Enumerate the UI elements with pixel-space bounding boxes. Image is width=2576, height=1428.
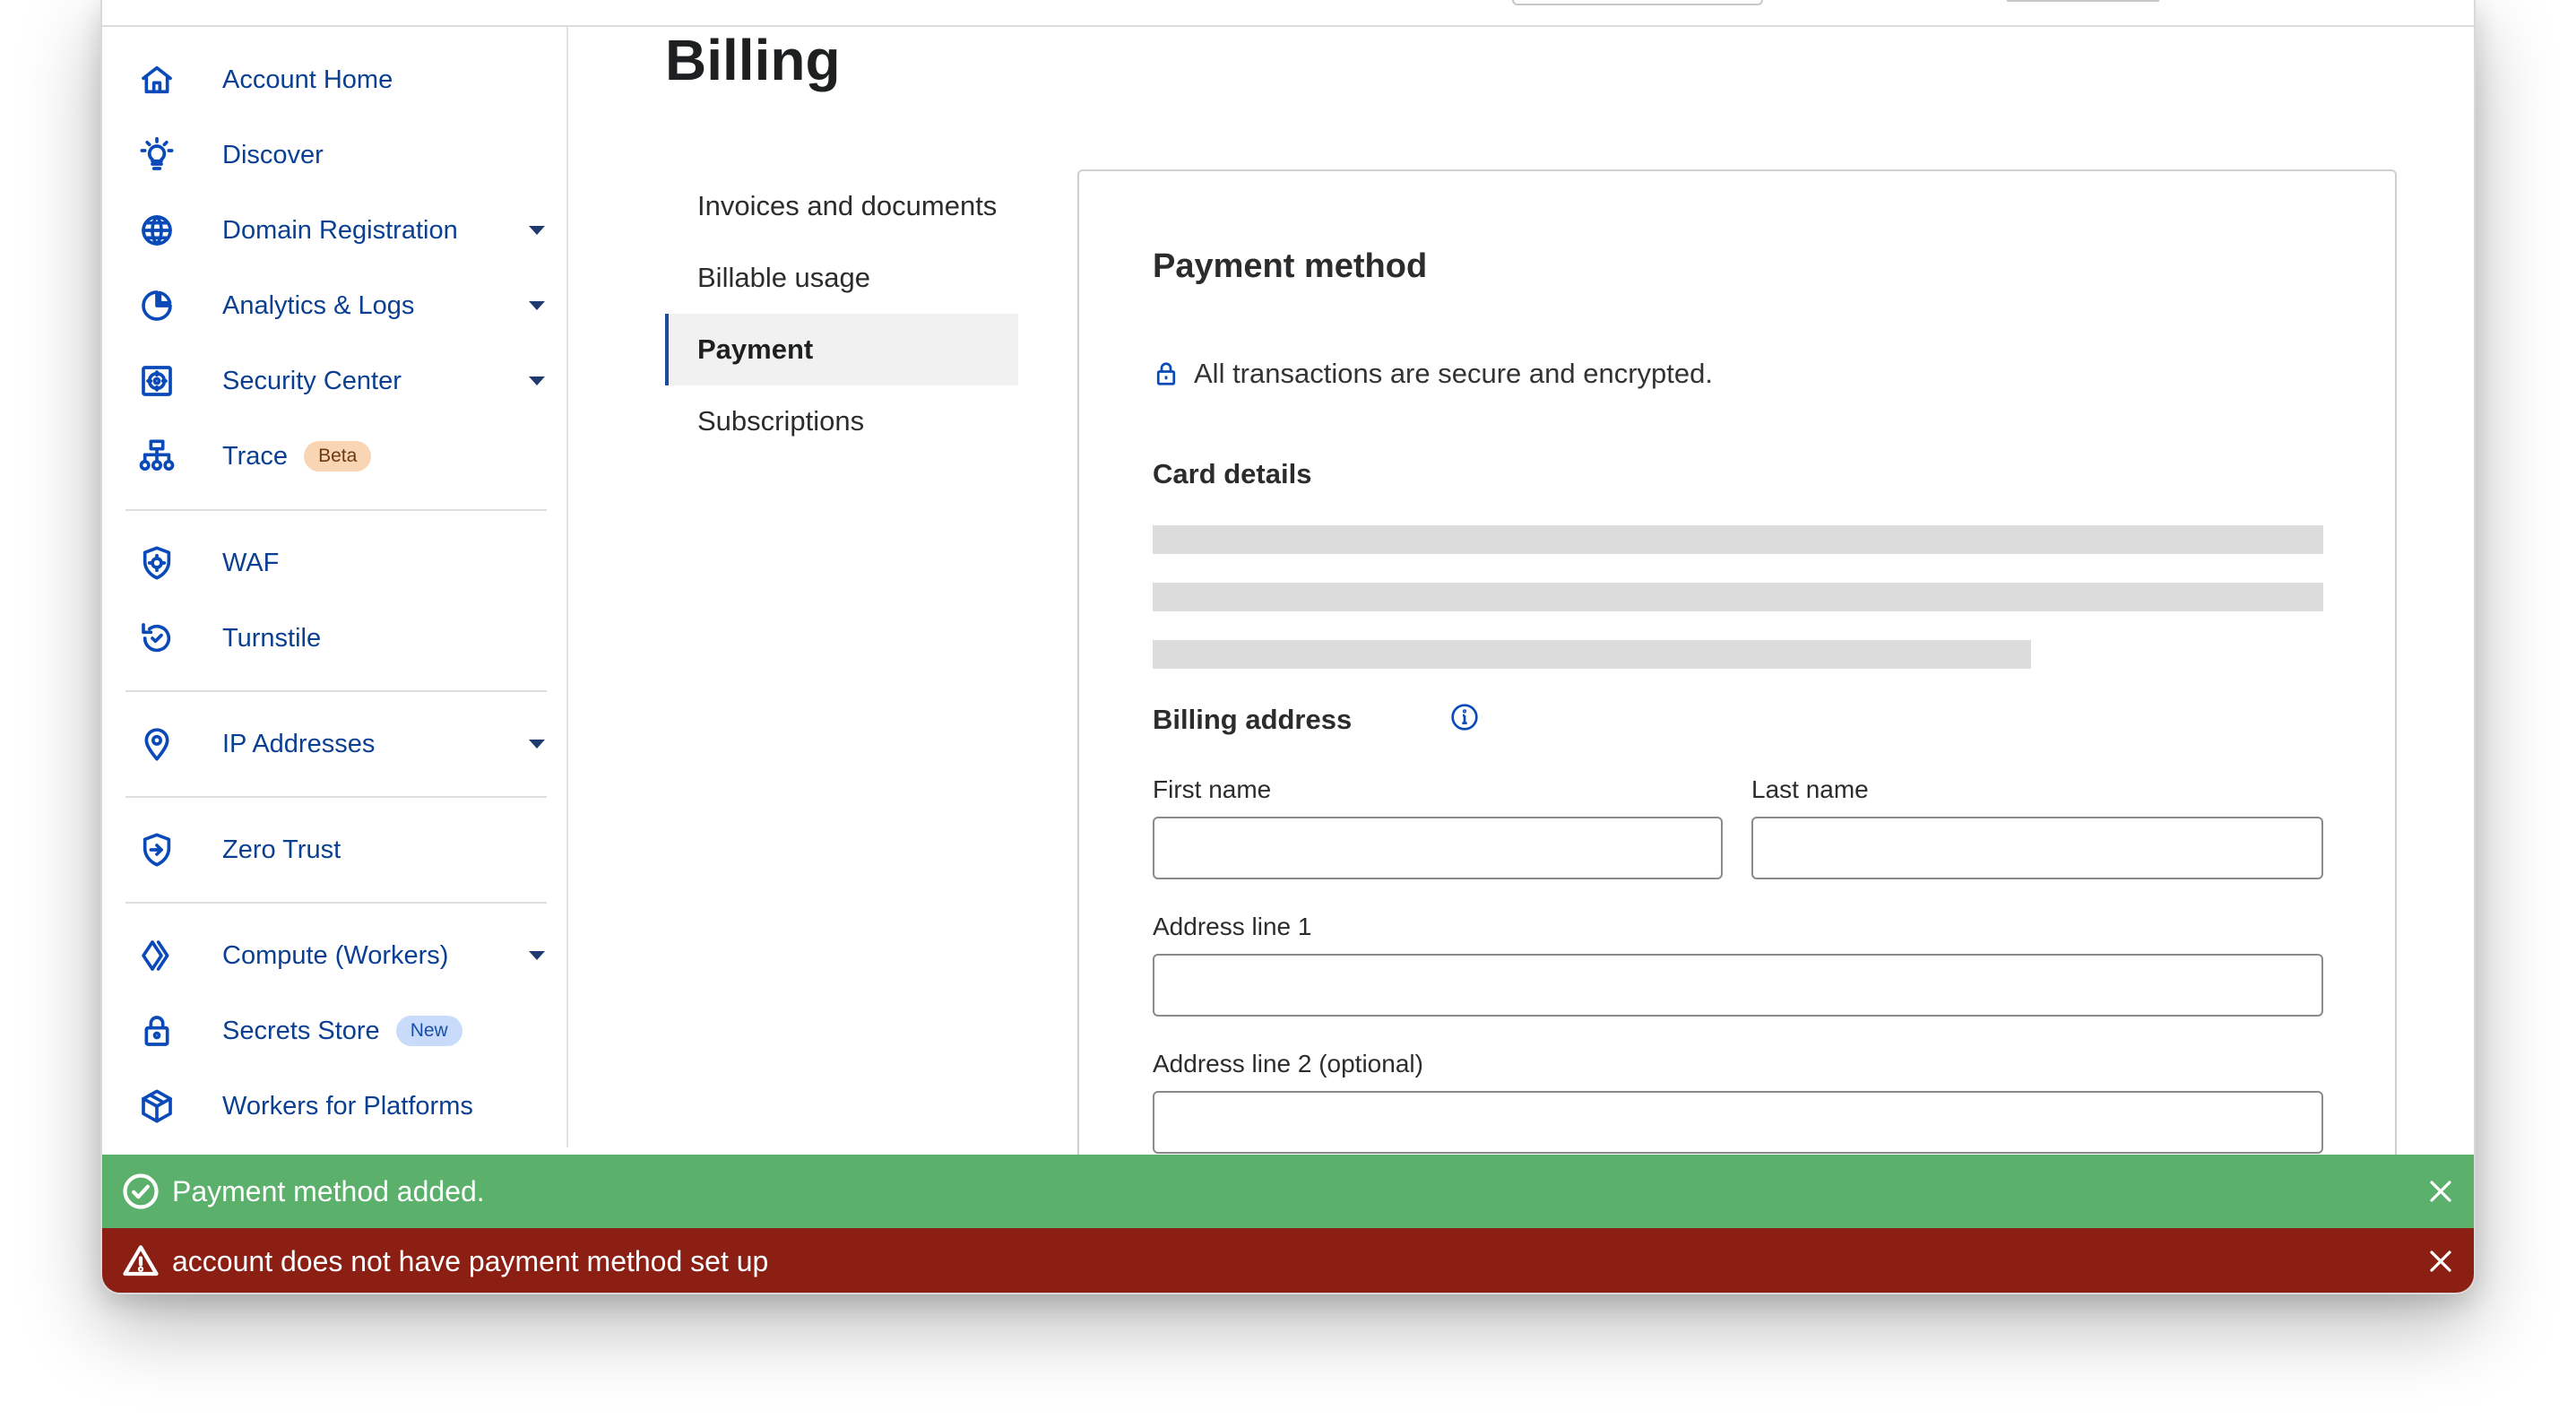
waf-shield-icon	[138, 544, 176, 582]
sidebar-item-trace[interactable]: Trace Beta	[138, 429, 550, 483]
sidebar-item-label: Security Center	[222, 366, 402, 395]
last-name-label: Last name	[1751, 775, 1869, 803]
address-line-1-field[interactable]	[1153, 954, 2323, 1017]
sidebar-item-compute-workers[interactable]: Compute (Workers)	[138, 929, 550, 982]
subnav-invoices-and-documents[interactable]: Invoices and documents	[665, 170, 1018, 242]
chevron-down-icon[interactable]	[529, 301, 545, 310]
sidebar-item-label: IP Addresses	[222, 729, 376, 758]
sidebar-item-zero-trust[interactable]: Zero Trust	[138, 823, 550, 877]
address-line-1-label: Address line 1	[1153, 913, 1312, 940]
sidebar-item-analytics-logs[interactable]: Analytics & Logs	[138, 279, 550, 333]
top-bar-search[interactable]	[1512, 0, 1763, 5]
chevron-down-icon[interactable]	[529, 740, 545, 749]
success-toast: Payment method added.	[102, 1155, 2474, 1228]
sidebar-item-label: Domain Registration	[222, 215, 458, 245]
close-icon[interactable]	[2427, 1248, 2454, 1275]
sidebar-item-secrets-store[interactable]: Secrets Store New	[138, 1004, 550, 1058]
info-icon[interactable]	[1450, 703, 1479, 731]
sidebar-item-waf[interactable]: WAF	[138, 536, 550, 590]
sidebar-item-security-center[interactable]: Security Center	[138, 354, 550, 408]
cube-icon	[138, 1087, 176, 1125]
lock-icon	[138, 1012, 176, 1050]
chevron-down-icon[interactable]	[529, 226, 545, 235]
close-icon[interactable]	[2427, 1178, 2454, 1205]
sidebar-item-label: Analytics & Logs	[222, 290, 415, 320]
chevron-down-icon[interactable]	[529, 951, 545, 960]
warning-triangle-icon	[122, 1242, 160, 1280]
subnav-billable-usage[interactable]: Billable usage	[665, 242, 1018, 314]
check-circle-icon	[122, 1173, 160, 1210]
sidebar: Account Home Discover Domain Registratio…	[102, 27, 568, 1147]
pie-chart-icon	[138, 287, 176, 325]
home-icon	[138, 61, 176, 99]
sidebar-item-label: Turnstile	[222, 623, 322, 653]
sidebar-divider	[125, 690, 547, 692]
sidebar-item-domain-registration[interactable]: Domain Registration	[138, 203, 550, 257]
page-title: Billing	[665, 28, 841, 92]
first-name-label: First name	[1153, 775, 1272, 803]
lightbulb-icon	[138, 136, 176, 174]
error-toast-message: account does not have payment method set…	[172, 1244, 769, 1277]
billing-address-title: Billing address	[1153, 704, 1353, 735]
location-pin-icon	[138, 725, 176, 763]
card-details-title: Card details	[1153, 458, 1312, 489]
new-badge: New	[395, 1016, 462, 1046]
address-line-2-label: Address line 2 (optional)	[1153, 1050, 1423, 1077]
sidebar-divider	[125, 902, 547, 904]
lock-icon	[1156, 362, 1176, 385]
address-line-2-field[interactable]	[1153, 1091, 2323, 1154]
error-toast: account does not have payment method set…	[102, 1228, 2474, 1293]
sidebar-divider	[125, 796, 547, 798]
payment-method-card: Payment method All transactions are secu…	[1077, 169, 2397, 1245]
payment-method-title: Payment method	[1153, 247, 1428, 285]
chevron-down-icon[interactable]	[529, 376, 545, 385]
sidebar-item-label: Trace	[222, 441, 289, 471]
subnav-payment[interactable]: Payment	[665, 314, 1018, 385]
secure-notice: All transactions are secure and encrypte…	[1153, 358, 1713, 390]
first-name-field[interactable]	[1153, 817, 1723, 879]
sidebar-item-label: Compute (Workers)	[222, 940, 449, 970]
turnstile-icon	[138, 619, 176, 657]
card-details-skeleton	[1153, 640, 2031, 669]
card-details-skeleton	[1153, 583, 2323, 611]
globe-icon	[138, 212, 176, 249]
trace-icon	[138, 437, 176, 475]
sidebar-item-label: Account Home	[222, 65, 393, 94]
sidebar-item-ip-addresses[interactable]: IP Addresses	[138, 717, 550, 771]
sidebar-divider	[125, 509, 547, 511]
sidebar-item-turnstile[interactable]: Turnstile	[138, 611, 550, 665]
sidebar-item-account-home[interactable]: Account Home	[138, 53, 550, 107]
last-name-field[interactable]	[1751, 817, 2323, 879]
zero-trust-icon	[138, 831, 176, 869]
sidebar-item-label: Secrets Store	[222, 1016, 380, 1045]
card-details-skeleton	[1153, 525, 2323, 554]
secure-text: All transactions are secure and encrypte…	[1194, 358, 1713, 389]
top-bar-tab[interactable]	[2007, 0, 2159, 2]
sidebar-item-workers-for-platforms[interactable]: Workers for Platforms	[138, 1079, 550, 1133]
app-window: Account Home Discover Domain Registratio…	[100, 0, 2476, 1294]
beta-badge: Beta	[304, 441, 372, 472]
workers-icon	[138, 937, 176, 974]
security-center-icon	[138, 362, 176, 400]
sidebar-item-discover[interactable]: Discover	[138, 128, 550, 182]
sidebar-item-label: Zero Trust	[222, 835, 341, 864]
sidebar-item-label: Workers for Platforms	[222, 1091, 473, 1121]
sidebar-item-label: WAF	[222, 548, 280, 577]
success-toast-message: Payment method added.	[172, 1174, 485, 1207]
sidebar-item-label: Discover	[222, 140, 324, 169]
subnav-subscriptions[interactable]: Subscriptions	[665, 385, 1018, 457]
